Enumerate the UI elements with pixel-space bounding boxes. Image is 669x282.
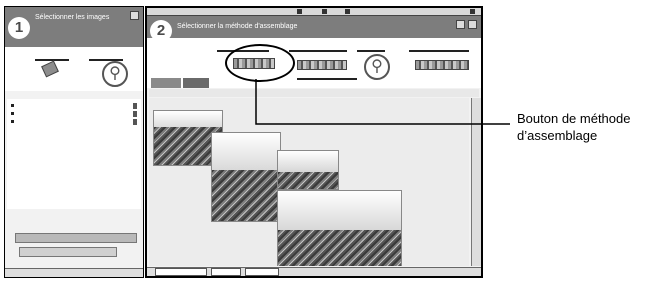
file-item[interactable]: [11, 119, 71, 126]
view-tabs: [151, 78, 213, 88]
file-list: [7, 99, 141, 209]
callout-line-2: d’assemblage: [517, 128, 598, 143]
file-item-marker: [133, 103, 137, 109]
file-item[interactable]: [11, 111, 71, 118]
step2-tool-label-d: [409, 40, 469, 52]
step1-titlebar: 1 Sélectionner les images: [5, 7, 143, 47]
step1-scrollbar[interactable]: [5, 268, 143, 277]
view-tab[interactable]: [151, 78, 181, 88]
canvas-tab[interactable]: [245, 268, 279, 276]
step2-option-caption: [297, 74, 357, 80]
strip-marker: [322, 9, 327, 14]
photo-tile[interactable]: [211, 132, 281, 222]
step1-secondary-button[interactable]: [19, 247, 117, 257]
strip-marker: [297, 9, 302, 14]
step1-title: Sélectionner les images: [35, 14, 110, 21]
step2-tool-label-c: [357, 40, 385, 52]
step1-tool-label-b: [89, 49, 123, 61]
stitch-canvas[interactable]: [149, 98, 469, 266]
step2-window: 2 Sélectionner la méthode d'assemblage ⚲: [145, 6, 483, 278]
canvas-vertical-scrollbar[interactable]: [471, 98, 481, 266]
step2-window-strip: [147, 8, 481, 16]
step1-tool-label-a: [35, 49, 69, 61]
photo-tile[interactable]: [277, 190, 402, 266]
canvas-tab[interactable]: [211, 268, 241, 276]
file-item-marker: [133, 119, 137, 125]
step2-close-button[interactable]: [468, 20, 477, 29]
photo-tile[interactable]: [277, 150, 339, 190]
step2-title: Sélectionner la méthode d'assemblage: [177, 23, 298, 30]
step1-window: 1 Sélectionner les images ⚲: [4, 6, 144, 278]
strip-marker: [345, 9, 350, 14]
canvas-tab[interactable]: [155, 268, 207, 276]
callout-line-1: Bouton de méthode: [517, 111, 631, 126]
view-tab[interactable]: [183, 78, 209, 88]
callout-label: Bouton de méthode d’assemblage: [517, 110, 667, 144]
sheets-icon[interactable]: [41, 60, 65, 83]
assembly-option-button[interactable]: [297, 60, 347, 70]
canvas-horizontal-scrollbar[interactable]: [147, 267, 481, 276]
file-item[interactable]: [11, 103, 71, 110]
step1-badge: 1: [8, 17, 30, 39]
step1-close-button[interactable]: [130, 11, 139, 20]
assembly-option-button[interactable]: [415, 60, 469, 70]
wrench-icon[interactable]: ⚲: [364, 54, 390, 80]
step2-minimize-button[interactable]: [456, 20, 465, 29]
step1-toolbar: ⚲: [5, 47, 143, 91]
canvas-info-bar: [149, 89, 479, 97]
step2-tool-label-b: [289, 40, 347, 52]
wrench-icon[interactable]: ⚲: [102, 61, 128, 87]
highlight-ellipse: [225, 44, 295, 82]
file-item-marker: [133, 111, 137, 117]
strip-marker: [470, 9, 475, 14]
step1-action-button[interactable]: [15, 233, 137, 243]
